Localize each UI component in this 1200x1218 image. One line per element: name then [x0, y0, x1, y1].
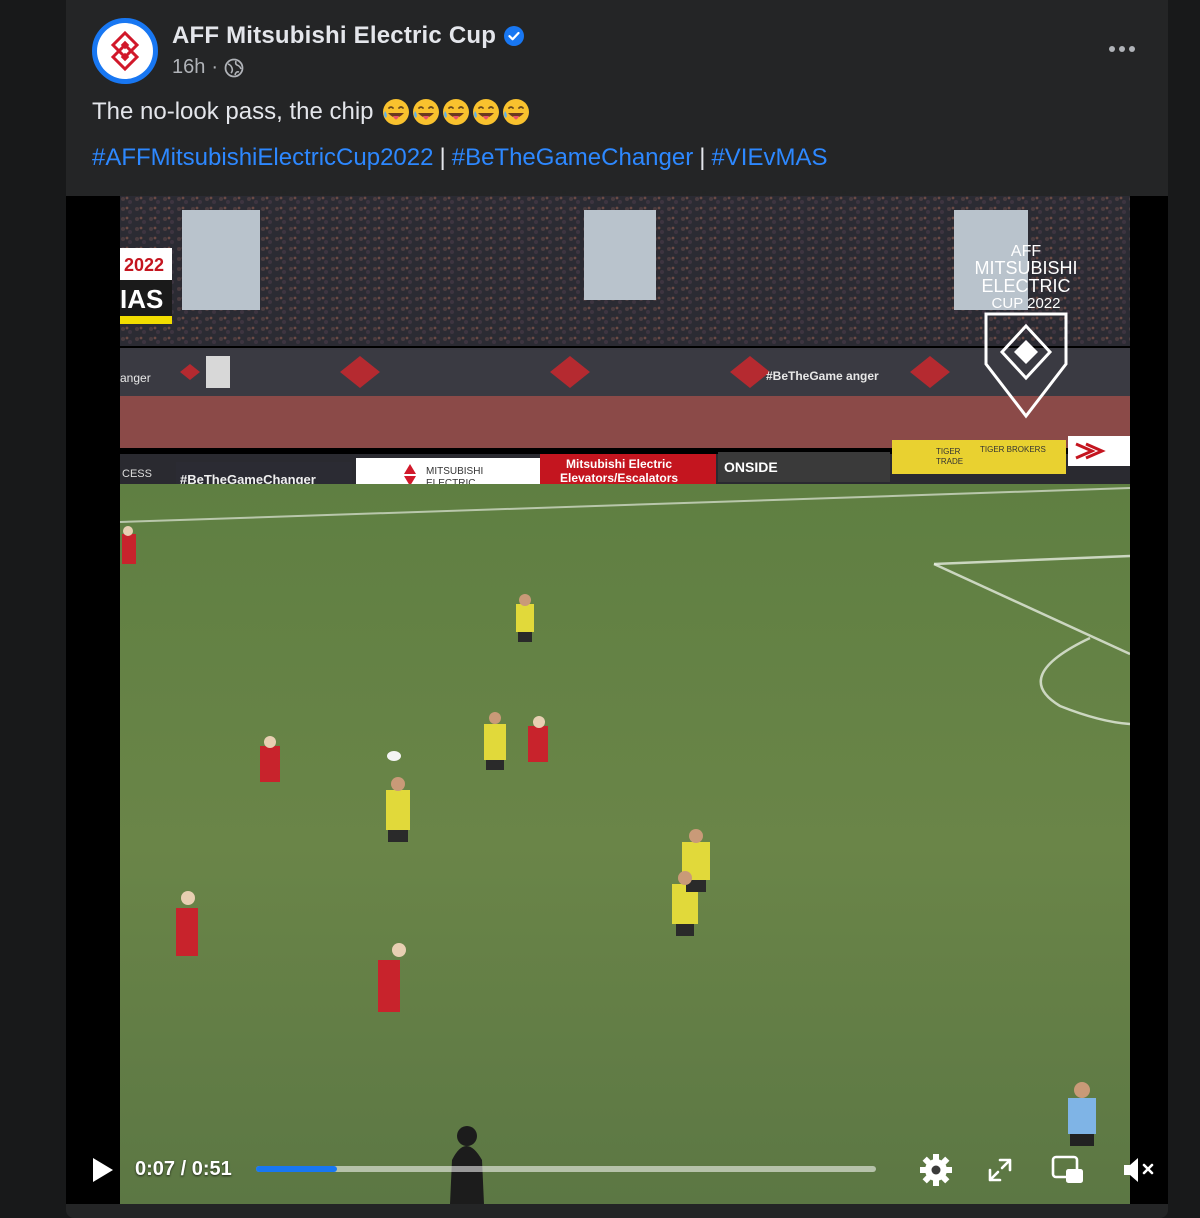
hashtag-link[interactable]: #BeTheGameChanger	[452, 144, 693, 171]
picture-in-picture-icon[interactable]	[1050, 1152, 1086, 1188]
grinning-face-with-tongue-emoji	[502, 99, 529, 125]
watermark-line2: MITSUBISHI	[974, 258, 1077, 278]
ad-onside: ONSIDE	[724, 459, 778, 475]
grinning-face-with-tongue-emoji	[382, 99, 409, 125]
ad-tiger-line1: TIGER	[936, 447, 961, 456]
hashtag-link[interactable]: #VIEvMAS	[711, 144, 827, 171]
ad-elevators-line2: Elevators/Escalators	[560, 471, 678, 485]
caption-emojis	[382, 98, 530, 126]
grinning-face-with-tongue-emoji	[412, 99, 439, 125]
globe-icon[interactable]	[224, 58, 244, 78]
dot	[1109, 46, 1115, 52]
muted-speaker-icon[interactable]	[1120, 1154, 1160, 1186]
video-player[interactable]: anger #BeTheGame anger #BeTheGameChanger…	[66, 196, 1168, 1204]
ad-board-text: anger	[120, 371, 151, 385]
ad-board-access: CESS	[122, 468, 152, 480]
video-controls: 0:07 / 0:51	[0, 1148, 1200, 1192]
dot	[1129, 46, 1135, 52]
ad-mitsubishi-line1: MITSUBISHI	[426, 466, 483, 477]
match-footage: anger #BeTheGame anger #BeTheGameChanger…	[120, 196, 1130, 1204]
grinning-face-with-tongue-emoji	[472, 99, 499, 125]
meta-separator: ·	[211, 56, 219, 78]
post-meta: 16h ·	[172, 56, 244, 79]
verified-badge-icon	[504, 26, 525, 46]
hashtag-link[interactable]: #AFFMitsubishiElectricCup2022	[92, 144, 433, 171]
current-time: 0:07	[135, 1158, 176, 1180]
gear-icon[interactable]	[918, 1152, 954, 1188]
aff-logo-icon	[97, 23, 153, 79]
video-frame: anger #BeTheGame anger #BeTheGameChanger…	[120, 196, 1130, 1204]
hashtag-separator: |	[699, 144, 706, 171]
video-time: 0:07 / 0:51	[135, 1158, 232, 1181]
hashtag-separator: |	[439, 144, 446, 171]
ad-tiger-line2: TRADE	[936, 457, 963, 466]
more-options-button[interactable]	[1100, 34, 1144, 64]
fullscreen-icon[interactable]	[986, 1156, 1014, 1184]
grinning-face-with-tongue-emoji	[442, 99, 469, 125]
post-header: AFF Mitsubishi Electric Cup 16h ·	[92, 18, 1152, 88]
watermark-line4: CUP 2022	[992, 295, 1061, 312]
progress-bar[interactable]	[256, 1166, 876, 1172]
post-caption: The no-look pass, the chip	[92, 98, 530, 126]
dot	[1119, 46, 1125, 52]
score-year: 2022	[124, 255, 164, 275]
post-timestamp[interactable]: 16h	[172, 56, 205, 79]
duration: 0:51	[191, 1158, 232, 1180]
caption-text: The no-look pass, the chip	[92, 98, 374, 125]
page-avatar[interactable]	[92, 18, 158, 84]
ad-elevators-line1: Mitsubishi Electric	[566, 457, 672, 471]
page-name[interactable]: AFF Mitsubishi Electric Cup	[172, 22, 525, 50]
ad-tiger-brokers: TIGER BROKERS	[980, 445, 1046, 454]
progress-fill	[256, 1166, 337, 1172]
page-name-text[interactable]: AFF Mitsubishi Electric Cup	[172, 22, 496, 50]
score-team: IAS	[120, 284, 163, 314]
watermark-line3: ELECTRIC	[981, 276, 1070, 296]
post-card: AFF Mitsubishi Electric Cup 16h · The no…	[66, 0, 1168, 1218]
play-icon[interactable]	[90, 1156, 116, 1184]
hashtag-line: #AFFMitsubishiElectricCup2022 | #BeTheGame…	[92, 144, 827, 172]
ad-board-hashtag: #BeTheGame anger	[766, 369, 879, 383]
time-separator: /	[180, 1158, 187, 1180]
